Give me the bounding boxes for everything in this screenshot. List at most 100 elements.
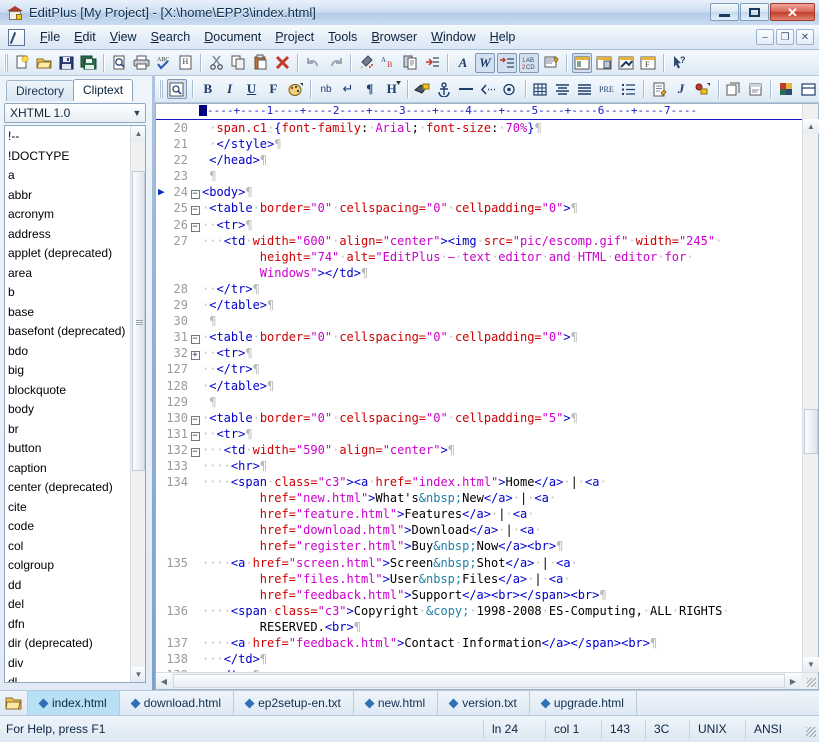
cliptext-item[interactable]: !-- bbox=[5, 127, 130, 147]
code-line[interactable]: 26−··<tr>¶ bbox=[156, 217, 802, 233]
template-icon[interactable] bbox=[746, 79, 766, 99]
paragraph-icon[interactable]: ¶ bbox=[360, 79, 380, 99]
undo-icon[interactable] bbox=[303, 53, 323, 73]
toolbar-grip[interactable] bbox=[4, 54, 8, 72]
cliptext-list[interactable]: !--!DOCTYPEaabbracronymaddressapplet (de… bbox=[4, 125, 146, 683]
image-icon[interactable] bbox=[413, 79, 433, 99]
frame-icon[interactable] bbox=[798, 79, 818, 99]
code-line[interactable]: 25−·<table·border="0"·cellspacing="0"·ce… bbox=[156, 200, 802, 216]
cliptext-item[interactable]: base bbox=[5, 303, 130, 323]
cliptext-item[interactable]: basefont (deprecated) bbox=[5, 322, 130, 342]
horizontal-rule-icon[interactable] bbox=[456, 79, 476, 99]
code-line[interactable]: 27···<td·width="600"·align="center"><img… bbox=[156, 233, 802, 249]
code-line[interactable]: 135····<a·href="screen.html">Screen&nbsp… bbox=[156, 555, 802, 571]
target-icon[interactable] bbox=[500, 79, 520, 99]
anchor-icon[interactable] bbox=[434, 79, 454, 99]
resize-grip[interactable] bbox=[802, 673, 818, 689]
code-line[interactable]: 132−···<td·width="590"·align="center">¶ bbox=[156, 442, 802, 458]
cliptext-item[interactable]: caption bbox=[5, 459, 130, 479]
code-line[interactable]: 30 ¶ bbox=[156, 313, 802, 329]
object-icon[interactable] bbox=[693, 79, 713, 99]
bold-icon[interactable]: B bbox=[198, 79, 218, 99]
cliptext-item[interactable]: colgroup bbox=[5, 556, 130, 576]
pre-icon[interactable]: PRE bbox=[596, 79, 616, 99]
code-line[interactable]: 31−·<table·border="0"·cellspacing="0"·ce… bbox=[156, 329, 802, 345]
heading-icon[interactable]: H bbox=[382, 79, 402, 99]
copy-icon[interactable] bbox=[228, 53, 248, 73]
toggle-output-icon[interactable] bbox=[594, 53, 614, 73]
font-icon[interactable]: A bbox=[453, 53, 473, 73]
tab-cliptext[interactable]: Cliptext bbox=[73, 79, 133, 101]
delete-icon[interactable] bbox=[272, 53, 292, 73]
menu-item-help[interactable]: Help bbox=[483, 27, 523, 47]
cliptext-item[interactable]: b bbox=[5, 283, 130, 303]
code-line[interactable]: 21 ·</style>¶ bbox=[156, 136, 802, 152]
print-preview-icon[interactable] bbox=[109, 53, 129, 73]
scroll-down-icon[interactable]: ▼ bbox=[131, 667, 146, 682]
javascript-icon[interactable]: J bbox=[671, 79, 691, 99]
cliptext-item[interactable]: body bbox=[5, 400, 130, 420]
save-all-icon[interactable] bbox=[78, 53, 98, 73]
cliptext-item[interactable]: applet (deprecated) bbox=[5, 244, 130, 264]
browser-preview-icon[interactable] bbox=[541, 53, 561, 73]
code-line[interactable]: 137····<a·href="feedback.html">Contact·I… bbox=[156, 635, 802, 651]
find-replace-icon[interactable]: AB bbox=[378, 53, 398, 73]
cliptext-item[interactable]: cite bbox=[5, 498, 130, 518]
document-tab[interactable]: ep2setup-en.txt bbox=[234, 691, 354, 715]
cliptext-item[interactable]: dl bbox=[5, 673, 130, 683]
code-line[interactable]: height="74"·alt="EditPlus·—·text·editor·… bbox=[156, 249, 802, 265]
code-line[interactable]: 32+··<tr>¶ bbox=[156, 345, 802, 361]
cliptext-item[interactable]: del bbox=[5, 595, 130, 615]
cliptext-item[interactable]: big bbox=[5, 361, 130, 381]
editor-vscroll-thumb[interactable] bbox=[804, 409, 818, 454]
cliptext-item[interactable]: bdo bbox=[5, 342, 130, 362]
table-icon[interactable] bbox=[531, 79, 551, 99]
code-line[interactable]: 131−··<tr>¶ bbox=[156, 426, 802, 442]
code-line[interactable]: href="new.html">What's&nbsp;New</a>·|·<a… bbox=[156, 490, 802, 506]
menu-item-window[interactable]: Window bbox=[424, 27, 482, 47]
tab-directory[interactable]: Directory bbox=[6, 80, 74, 101]
cliptext-item[interactable]: area bbox=[5, 264, 130, 284]
code-line[interactable]: 28··</tr>¶ bbox=[156, 281, 802, 297]
cliptext-item[interactable]: dd bbox=[5, 576, 130, 596]
menu-item-search[interactable]: Search bbox=[144, 27, 198, 47]
editor-scroll-down-icon[interactable]: ▼ bbox=[803, 657, 819, 672]
preview-icon[interactable] bbox=[167, 79, 187, 99]
help-pointer-icon[interactable]: ? bbox=[669, 53, 689, 73]
list-icon[interactable] bbox=[618, 79, 638, 99]
cliptext-item[interactable]: dir (deprecated) bbox=[5, 634, 130, 654]
indent-icon[interactable] bbox=[422, 53, 442, 73]
cliptext-scroll-thumb[interactable] bbox=[132, 171, 145, 471]
editor-scroll-left-icon[interactable]: ◀ bbox=[156, 673, 172, 689]
cliptext-item[interactable]: code bbox=[5, 517, 130, 537]
code-line[interactable]: href="register.html">Buy&nbsp;Now</a><br… bbox=[156, 538, 802, 554]
cut-icon[interactable] bbox=[206, 53, 226, 73]
code-line[interactable]: href="feature.html">Features</a>·|·<a· bbox=[156, 506, 802, 522]
code-line[interactable]: RESERVED.<br>¶ bbox=[156, 619, 802, 635]
code-line[interactable]: 20 ·span.c1·{font-family:·Arial;·font-si… bbox=[156, 120, 802, 136]
document-tab[interactable]: new.html bbox=[354, 691, 438, 715]
cliptext-item[interactable]: !DOCTYPE bbox=[5, 147, 130, 167]
editor-horizontal-scrollbar[interactable]: ◀ ▶ bbox=[156, 672, 818, 689]
line-numbers-icon[interactable] bbox=[497, 53, 517, 73]
color-picker-icon[interactable] bbox=[776, 79, 796, 99]
menu-item-document[interactable]: Document bbox=[197, 27, 268, 47]
editor-scroll-up-icon[interactable]: ▲ bbox=[803, 119, 819, 134]
save-icon[interactable] bbox=[56, 53, 76, 73]
italic-icon[interactable]: I bbox=[220, 79, 240, 99]
code-line[interactable]: 23 ¶ bbox=[156, 168, 802, 184]
cliptext-item[interactable]: address bbox=[5, 225, 130, 245]
word-wrap-icon[interactable]: W bbox=[475, 53, 495, 73]
code-lines[interactable]: 20 ·span.c1·{font-family:·Arial;·font-si… bbox=[156, 120, 802, 672]
line-break-icon[interactable]: ↵ bbox=[338, 79, 358, 99]
scroll-up-icon[interactable]: ▲ bbox=[131, 126, 146, 141]
comment-icon[interactable] bbox=[478, 79, 498, 99]
nbsp-icon[interactable]: nb bbox=[316, 79, 336, 99]
status-resize-grip[interactable] bbox=[801, 720, 819, 739]
code-line[interactable]: 134····<span·class="c3"><a·href="index.h… bbox=[156, 474, 802, 490]
cliptext-item[interactable]: div bbox=[5, 654, 130, 674]
align-justify-icon[interactable] bbox=[575, 79, 595, 99]
maximize-button[interactable] bbox=[740, 3, 769, 21]
document-tab[interactable]: version.txt bbox=[438, 691, 530, 715]
code-line[interactable]: ▶24−<body>¶ bbox=[156, 184, 802, 200]
